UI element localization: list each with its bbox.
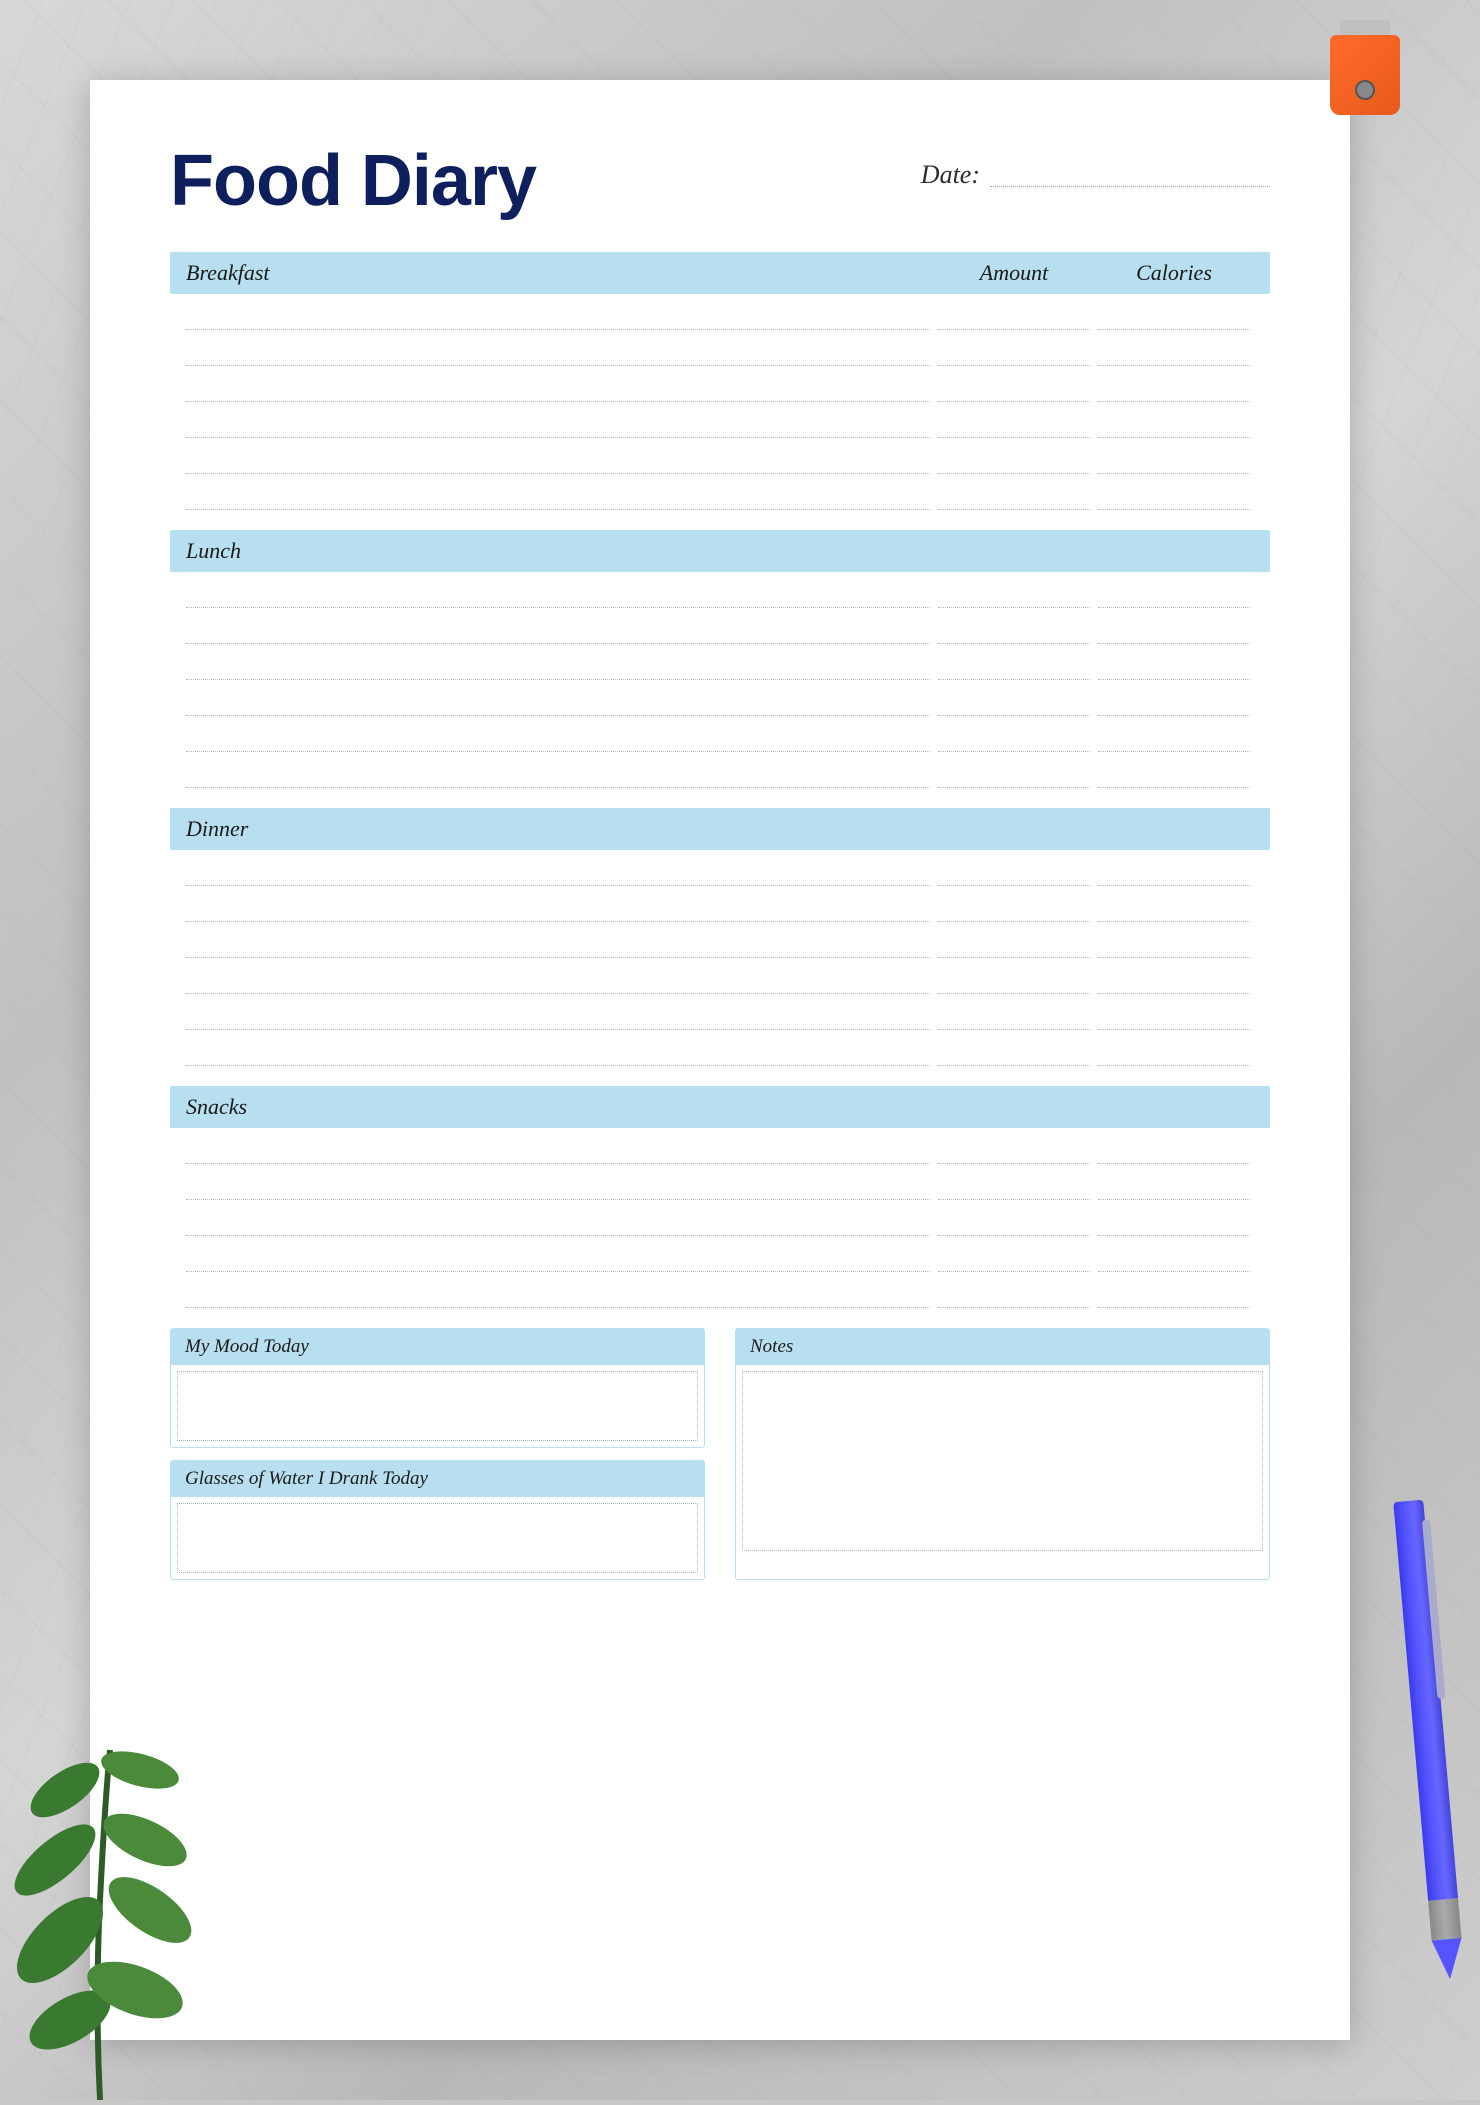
table-row[interactable] bbox=[170, 366, 1270, 402]
table-row[interactable] bbox=[170, 644, 1270, 680]
notes-section: Notes bbox=[735, 1328, 1270, 1580]
bottom-left: My Mood Today Glasses of Water I Drank T… bbox=[170, 1328, 705, 1580]
table-row[interactable] bbox=[170, 1164, 1270, 1200]
pen-decoration bbox=[1388, 1499, 1471, 2001]
dinner-rows bbox=[170, 850, 1270, 1066]
date-label: Date: bbox=[921, 160, 980, 190]
table-row[interactable] bbox=[170, 716, 1270, 752]
dinner-calories-col bbox=[1094, 816, 1254, 842]
table-row[interactable] bbox=[170, 294, 1270, 330]
snacks-section: Snacks bbox=[170, 1086, 1270, 1308]
notes-header: Notes bbox=[736, 1329, 1269, 1365]
mood-label: My Mood Today bbox=[185, 1336, 309, 1357]
mood-header: My Mood Today bbox=[171, 1329, 704, 1365]
table-row[interactable] bbox=[170, 1236, 1270, 1272]
table-row[interactable] bbox=[170, 402, 1270, 438]
mood-input-area[interactable] bbox=[177, 1371, 698, 1441]
table-row[interactable] bbox=[170, 474, 1270, 510]
dinner-label: Dinner bbox=[186, 816, 934, 842]
table-row[interactable] bbox=[170, 680, 1270, 716]
table-row[interactable] bbox=[170, 330, 1270, 366]
date-line[interactable] bbox=[990, 163, 1270, 187]
page-header: Food Diary Date: bbox=[170, 140, 1270, 222]
lunch-label: Lunch bbox=[186, 538, 934, 564]
sharpener-decoration bbox=[1330, 20, 1400, 120]
breakfast-label: Breakfast bbox=[186, 260, 934, 286]
dinner-header: Dinner bbox=[170, 808, 1270, 850]
table-row[interactable] bbox=[170, 922, 1270, 958]
table-row[interactable] bbox=[170, 958, 1270, 994]
table-row[interactable] bbox=[170, 994, 1270, 1030]
water-input-area[interactable] bbox=[177, 1503, 698, 1573]
table-row[interactable] bbox=[170, 850, 1270, 886]
table-row[interactable] bbox=[170, 438, 1270, 474]
bottom-grid: My Mood Today Glasses of Water I Drank T… bbox=[170, 1328, 1270, 1580]
water-label: Glasses of Water I Drank Today bbox=[185, 1468, 428, 1489]
snacks-amount-col bbox=[934, 1094, 1094, 1120]
notes-input-area[interactable] bbox=[742, 1371, 1263, 1551]
table-row[interactable] bbox=[170, 1272, 1270, 1308]
breakfast-section: Breakfast Amount Calories bbox=[170, 252, 1270, 510]
page-title: Food Diary bbox=[170, 140, 536, 222]
water-section: Glasses of Water I Drank Today bbox=[170, 1460, 705, 1580]
table-row[interactable] bbox=[170, 1128, 1270, 1164]
breakfast-amount-col: Amount bbox=[934, 260, 1094, 286]
snacks-header: Snacks bbox=[170, 1086, 1270, 1128]
table-row[interactable] bbox=[170, 1030, 1270, 1066]
dinner-section: Dinner bbox=[170, 808, 1270, 1066]
food-diary-page: Food Diary Date: Breakfast Amount Calori… bbox=[90, 80, 1350, 2040]
table-row[interactable] bbox=[170, 608, 1270, 644]
lunch-rows bbox=[170, 572, 1270, 788]
lunch-calories-col bbox=[1094, 538, 1254, 564]
lunch-amount-col bbox=[934, 538, 1094, 564]
breakfast-calories-col: Calories bbox=[1094, 260, 1254, 286]
table-row[interactable] bbox=[170, 886, 1270, 922]
mood-section: My Mood Today bbox=[170, 1328, 705, 1448]
notes-label: Notes bbox=[750, 1336, 793, 1357]
snacks-label: Snacks bbox=[186, 1094, 934, 1120]
date-area: Date: bbox=[921, 160, 1270, 190]
table-row[interactable] bbox=[170, 572, 1270, 608]
table-row[interactable] bbox=[170, 752, 1270, 788]
plant-decoration bbox=[0, 1700, 250, 2100]
snacks-rows bbox=[170, 1128, 1270, 1308]
table-row[interactable] bbox=[170, 1200, 1270, 1236]
water-header: Glasses of Water I Drank Today bbox=[171, 1461, 704, 1497]
lunch-section: Lunch bbox=[170, 530, 1270, 788]
breakfast-header: Breakfast Amount Calories bbox=[170, 252, 1270, 294]
breakfast-rows bbox=[170, 294, 1270, 510]
lunch-header: Lunch bbox=[170, 530, 1270, 572]
snacks-calories-col bbox=[1094, 1094, 1254, 1120]
dinner-amount-col bbox=[934, 816, 1094, 842]
